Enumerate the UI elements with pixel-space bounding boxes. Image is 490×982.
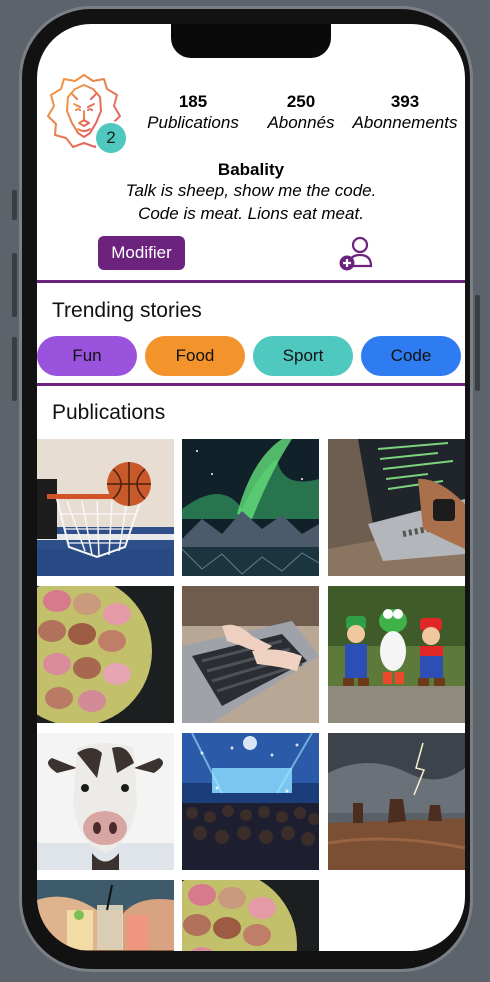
section-divider (37, 383, 465, 386)
story-pill-code[interactable]: Code (361, 336, 461, 376)
add-user-icon[interactable] (337, 235, 375, 273)
stat-value: 393 (390, 92, 420, 111)
stat-value: 185 (178, 92, 208, 111)
story-pill-sport[interactable]: Sport (253, 336, 353, 376)
stat-followers[interactable]: 250 Abonnés (259, 92, 343, 134)
bio-line: Code is meat. Lions eat meat. (138, 204, 364, 223)
post-desert-storm[interactable] (328, 733, 465, 870)
post-cow[interactable] (37, 733, 174, 870)
post-mario-figures[interactable] (328, 586, 465, 723)
stat-value: 250 (286, 92, 316, 111)
volume-down-button (12, 337, 17, 401)
story-pill-fun[interactable]: Fun (37, 336, 137, 376)
post-basketball-hoop[interactable] (37, 439, 174, 576)
post-cocktails[interactable] (37, 880, 174, 951)
edit-profile-button[interactable]: Modifier (98, 236, 185, 270)
post-laptop-coding[interactable] (328, 439, 465, 576)
notification-badge: 2 (94, 121, 128, 155)
publications-title: Publications (52, 401, 166, 424)
section-divider (37, 280, 465, 283)
power-button (475, 295, 480, 391)
post-concert[interactable] (182, 733, 319, 870)
stat-label: Abonnés (267, 113, 335, 132)
post-macarons[interactable] (37, 586, 174, 723)
notch (171, 24, 331, 58)
stat-label: Publications (147, 113, 239, 132)
trending-stories-title: Trending stories (52, 299, 202, 322)
story-pill-food[interactable]: Food (145, 336, 245, 376)
profile-screen: 2 185 Publications 250 Abonnés 393 Abonn… (37, 24, 465, 951)
volume-up-button (12, 253, 17, 317)
bio-line: Talk is sheep, show me the code. (125, 181, 377, 200)
stat-label: Abonnements (352, 113, 458, 132)
stat-publications[interactable]: 185 Publications (141, 92, 245, 134)
username: Babality (217, 160, 285, 179)
post-typing-laptop[interactable] (182, 586, 319, 723)
post-macarons[interactable] (182, 880, 319, 951)
mute-switch (12, 190, 17, 220)
post-aurora[interactable] (182, 439, 319, 576)
stat-following[interactable]: 393 Abonnements (349, 92, 461, 134)
